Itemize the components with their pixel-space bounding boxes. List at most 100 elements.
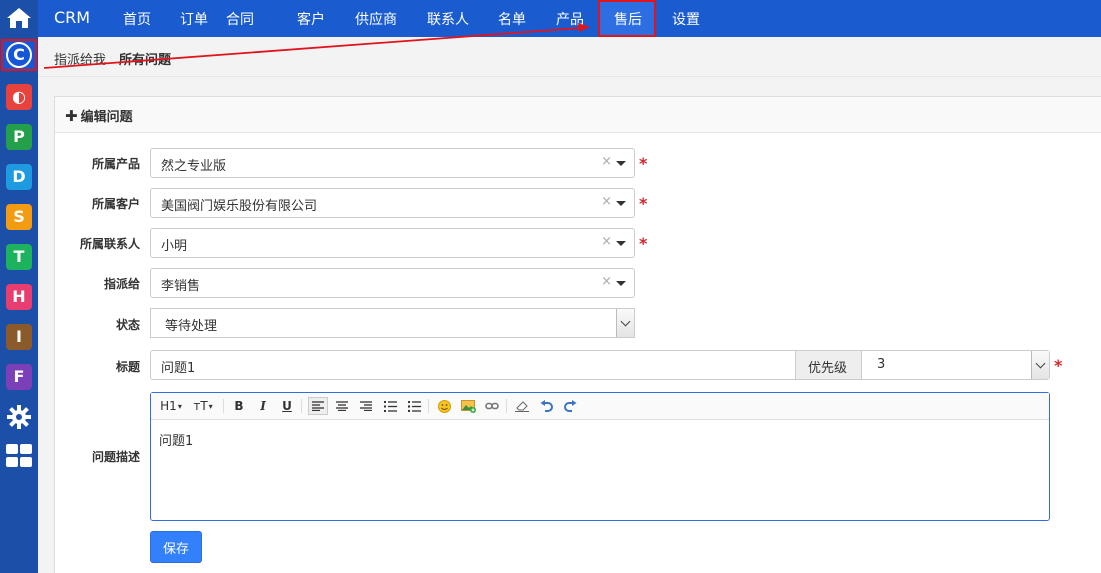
font-size-button[interactable]: тT ▾	[191, 397, 215, 415]
app-d-icon[interactable]: D	[6, 164, 32, 190]
eraser-icon[interactable]	[513, 397, 531, 415]
ordered-list-icon[interactable]	[381, 397, 399, 415]
required-mark: *	[1054, 356, 1063, 375]
bullet-list-icon[interactable]	[405, 397, 423, 415]
app-h-letter: H	[12, 287, 26, 306]
required-mark: *	[639, 234, 648, 253]
status-select[interactable]: 等待处理	[150, 308, 635, 338]
title-label: 标题	[115, 360, 140, 374]
nav-products[interactable]: 产品	[556, 9, 584, 29]
align-left-icon[interactable]	[308, 397, 328, 415]
priority-value: 3	[877, 357, 886, 372]
contact-select[interactable]: 小明 ×	[150, 228, 635, 258]
app-c-icon[interactable]: C	[6, 42, 32, 68]
chevron-down-icon	[1035, 358, 1046, 368]
nav-lists[interactable]: 名单	[498, 9, 526, 29]
nav-settings[interactable]: 设置	[672, 9, 700, 29]
app-f-letter: F	[13, 367, 25, 386]
save-button[interactable]: 保存	[150, 531, 202, 563]
clear-icon[interactable]: ×	[601, 234, 612, 249]
status-dropdown-arrow[interactable]	[616, 309, 634, 337]
top-nav-bar: CRM 首页 订单 合同 客户 供应商 联系人 名单 产品 售后 设置	[38, 0, 1101, 37]
sub-nav: 指派给我 所有问题	[38, 37, 1101, 77]
app-t-letter: T	[13, 247, 25, 266]
align-right-icon[interactable]	[357, 397, 375, 415]
editor-content[interactable]: 问题1	[151, 420, 1049, 459]
app-o-letter: ◐	[12, 87, 26, 106]
required-mark: *	[639, 154, 648, 173]
assignee-value: 李销售	[161, 279, 201, 294]
panel-title: 编辑问题	[80, 110, 133, 125]
nav-contacts[interactable]: 联系人	[427, 9, 469, 29]
app-d-letter: D	[12, 167, 26, 186]
clear-icon[interactable]: ×	[601, 274, 612, 289]
image-icon[interactable]	[459, 397, 477, 415]
nav-after-sales[interactable]: 售后	[614, 9, 642, 29]
status-label: 状态	[115, 318, 140, 332]
product-value: 然之专业版	[161, 159, 227, 174]
underline-button[interactable]: U	[278, 397, 296, 415]
priority-select[interactable]: 3	[861, 350, 1050, 380]
title-input[interactable]: 问题1	[150, 350, 796, 380]
app-t-icon[interactable]: T	[6, 244, 32, 270]
toolbar-divider	[428, 399, 429, 413]
toolbar-divider	[223, 399, 224, 413]
caret-down-icon	[616, 241, 626, 246]
description-editor[interactable]: H1 ▾ тT ▾ B I U 问题1	[150, 392, 1050, 521]
product-label: 所属产品	[91, 157, 140, 171]
nav-suppliers[interactable]: 供应商	[355, 9, 397, 29]
heading-label: H1	[160, 399, 177, 413]
app-p-icon[interactable]: P	[6, 124, 32, 150]
align-center-icon[interactable]	[333, 397, 351, 415]
app-o-icon[interactable]: ◐	[6, 84, 32, 110]
caret-down-icon	[616, 161, 626, 166]
gear-icon[interactable]	[6, 404, 32, 434]
app-s-letter: S	[13, 207, 25, 226]
toolbar-divider	[301, 399, 302, 413]
nav-home[interactable]: 首页	[123, 9, 151, 29]
title-value: 问题1	[161, 361, 196, 376]
app-sidebar: C ◐ P D S T H I F	[0, 0, 38, 573]
customer-select[interactable]: 美国阀门娱乐股份有限公司 ×	[150, 188, 635, 218]
link-icon[interactable]	[483, 397, 501, 415]
nav-orders[interactable]: 订单	[180, 9, 208, 29]
app-f-icon[interactable]: F	[6, 364, 32, 390]
font-size-label: тT	[193, 399, 208, 413]
home-icon[interactable]	[0, 0, 38, 36]
priority-addon: 优先级	[795, 350, 862, 380]
editor-toolbar: H1 ▾ тT ▾ B I U	[151, 393, 1049, 420]
heading-button[interactable]: H1 ▾	[159, 397, 183, 415]
caret-down-icon	[616, 201, 626, 206]
bold-button[interactable]: B	[230, 397, 248, 415]
customer-value: 美国阀门娱乐股份有限公司	[161, 199, 318, 214]
app-p-letter: P	[13, 127, 25, 146]
app-s-icon[interactable]: S	[6, 204, 32, 230]
subnav-assigned-to-me[interactable]: 指派给我	[54, 49, 106, 68]
clear-icon[interactable]: ×	[601, 194, 612, 209]
redo-icon[interactable]	[561, 397, 579, 415]
emoji-icon[interactable]	[435, 397, 453, 415]
desc-label: 问题描述	[91, 450, 140, 464]
toolbar-divider	[506, 399, 507, 413]
status-value: 等待处理	[165, 319, 218, 334]
contact-value: 小明	[161, 239, 188, 254]
product-select[interactable]: 然之专业版 ×	[150, 148, 635, 178]
grid-apps-icon[interactable]	[6, 444, 32, 472]
plus-icon: ✚	[65, 107, 78, 125]
contact-label: 所属联系人	[79, 237, 140, 251]
assignee-label: 指派给	[103, 277, 140, 291]
nav-contracts[interactable]: 合同	[226, 9, 254, 29]
required-mark: *	[639, 194, 648, 213]
assignee-select[interactable]: 李销售 ×	[150, 268, 635, 298]
brand-title[interactable]: CRM	[54, 8, 90, 27]
app-i-icon[interactable]: I	[6, 324, 32, 350]
app-h-icon[interactable]: H	[6, 284, 32, 310]
app-i-letter: I	[16, 327, 22, 346]
priority-dropdown-arrow[interactable]	[1031, 351, 1049, 379]
subnav-all-issues[interactable]: 所有问题	[119, 49, 171, 68]
clear-icon[interactable]: ×	[601, 154, 612, 169]
undo-icon[interactable]	[537, 397, 555, 415]
chevron-down-icon	[620, 316, 631, 326]
nav-customers[interactable]: 客户	[297, 9, 325, 29]
italic-button[interactable]: I	[254, 397, 272, 415]
